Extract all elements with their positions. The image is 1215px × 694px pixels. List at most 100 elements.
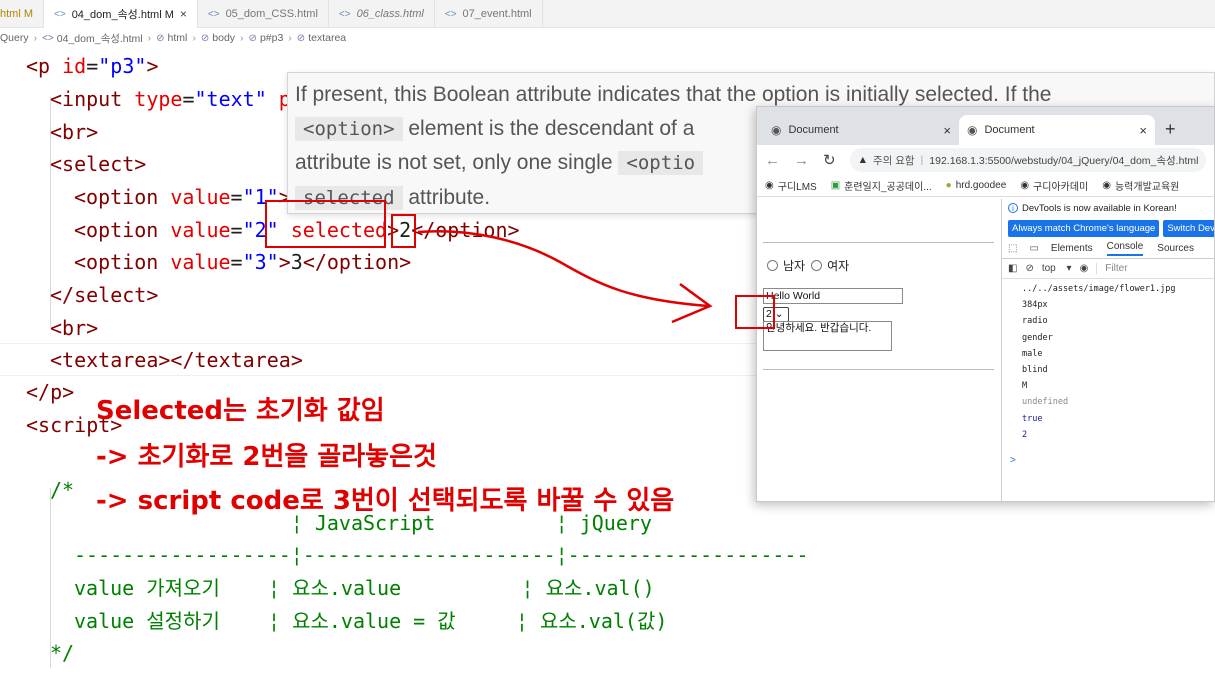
new-tab-button[interactable]: + — [1165, 119, 1176, 140]
browser-tab-title: Document — [788, 124, 839, 136]
switch-devtools-button[interactable]: Switch DevT — [1163, 219, 1214, 237]
sidebar-toggle-icon[interactable]: ◧ — [1008, 263, 1017, 274]
globe-icon: ◉ — [1020, 180, 1030, 191]
radio-label: 남자 — [783, 259, 806, 273]
tab-sources[interactable]: Sources — [1157, 243, 1194, 254]
bookmark-item[interactable]: ▣ 훈련일지_공공데이... — [831, 178, 932, 193]
annotation-note: -> 초기화로 2번을 골라놓은것 — [96, 442, 437, 472]
html-file-icon: <> — [338, 8, 351, 20]
browser-tab-strip: ◉ Document × ◉ Document × + — [757, 107, 1214, 145]
tab-label: 04_dom_속성.html M — [71, 9, 174, 21]
security-label: 주의 요함 — [872, 154, 915, 167]
editor-tab-bar: html M <> 04_dom_속성.html M × <> 05_dom_C… — [0, 0, 1215, 28]
tab-06-class[interactable]: <> 06_class.html — [329, 0, 435, 28]
console-filter-input[interactable]: Filter — [1096, 263, 1128, 274]
url-bar[interactable]: ▲ 주의 요함 | 192.168.1.3:5500/webstudy/04_j… — [849, 148, 1206, 172]
tab-html[interactable]: html M — [0, 0, 44, 28]
code-comment-line: */ — [50, 641, 75, 665]
plus-square-icon: ▣ — [830, 180, 841, 191]
device-toolbar-icon[interactable]: ▭ — [1029, 243, 1038, 254]
html-file-icon: <> — [42, 32, 54, 44]
radio-male[interactable] — [767, 260, 778, 271]
breadcrumb-item[interactable]: html — [168, 32, 188, 44]
forward-arrow-icon[interactable]: → — [794, 152, 809, 169]
console-line: ../../assets/image/flower1.jpg — [1022, 284, 1176, 294]
code-line: <br> — [50, 120, 99, 144]
code-line: <select> — [50, 152, 147, 176]
console-prompt[interactable]: > — [1010, 455, 1016, 466]
code-comment-line: value 가져오기 ¦ 요소.value ¦ 요소.val() — [74, 576, 655, 600]
context-select[interactable]: top ▾ — [1042, 263, 1072, 274]
console-line: male — [1022, 348, 1043, 359]
tab-07-event[interactable]: <> 07_event.html — [435, 0, 543, 28]
code-line: <option value="3">3</option> — [74, 250, 412, 274]
inspect-icon[interactable]: ⬚ — [1008, 243, 1017, 254]
browser-content: 남자 여자 Hello World 2 ⌄ 안녕하세요. 반갑습니다. i De… — [757, 199, 1214, 501]
tab-05-dom-css[interactable]: <> 05_dom_CSS.html — [198, 0, 329, 28]
devtools-language-buttons: Always match Chrome's language Switch De… — [1002, 217, 1214, 239]
radio-label: 여자 — [827, 259, 850, 273]
console-line: radio — [1022, 316, 1048, 327]
bookmark-item[interactable]: ◉ 능력개발교육원 — [1102, 178, 1179, 193]
text-input[interactable]: Hello World — [763, 288, 903, 304]
console-line: 2 — [1022, 429, 1028, 440]
chevron-right-icon: › — [33, 32, 38, 44]
close-icon[interactable]: × — [1139, 123, 1147, 138]
horizontal-rule — [763, 242, 994, 243]
console-line: undefined — [1022, 397, 1069, 408]
breadcrumb-item[interactable]: 04_dom_속성.html — [57, 31, 143, 46]
bookmarks-bar: ◉ 구디LMS ▣ 훈련일지_공공데이... ● hrd.goodee ◉ 구디아카데미… — [757, 175, 1214, 197]
rendered-page: 남자 여자 Hello World 2 ⌄ 안녕하세요. 반갑습니다. — [757, 199, 1001, 501]
console-output: ../../assets/image/flower1.jpg 384px rad… — [1002, 279, 1214, 443]
code-line: <input type="text" p — [50, 87, 291, 111]
browser-tab[interactable]: ◉ Document × — [763, 115, 959, 145]
tab-console[interactable]: Console — [1106, 241, 1144, 256]
close-icon[interactable]: × — [943, 123, 951, 138]
back-arrow-icon[interactable]: ← — [765, 152, 780, 169]
code-line: <p id="p3"> — [26, 54, 159, 78]
code-line: </select> — [50, 283, 159, 307]
chevron-right-icon: › — [240, 32, 244, 44]
eye-icon[interactable]: ◉ — [1080, 263, 1089, 274]
chevron-right-icon: › — [288, 32, 292, 44]
element-icon: ⊘ — [156, 32, 165, 44]
breadcrumb-item[interactable]: body — [212, 32, 235, 44]
tab-label: 06_class.html — [356, 8, 424, 20]
info-icon: i — [1008, 203, 1018, 213]
bookmark-item[interactable]: ◉ 구디LMS — [765, 178, 817, 193]
breadcrumb-item[interactable]: p#p3 — [260, 32, 283, 44]
tab-04-dom-attr[interactable]: <> 04_dom_속성.html M × — [44, 0, 198, 28]
bookmark-item[interactable]: ● hrd.goodee — [946, 180, 1007, 191]
globe-icon: ◉ — [765, 180, 774, 191]
annotation-note: Selected는 초기화 값임 — [96, 396, 385, 426]
console-line: 384px — [1022, 300, 1048, 311]
html-file-icon: <> — [444, 8, 457, 20]
browser-tab-active[interactable]: ◉ Document × — [959, 115, 1155, 145]
globe-icon: ◉ — [771, 123, 782, 137]
tab-label: html M — [0, 8, 33, 20]
match-language-button[interactable]: Always match Chrome's language — [1008, 219, 1160, 237]
radio-female[interactable] — [811, 260, 823, 271]
annotation-note: -> script code로 3번이 선택되도록 바꿀 수 있음 — [96, 486, 675, 516]
reload-icon[interactable]: ↻ — [823, 151, 836, 169]
close-icon[interactable]: × — [180, 7, 187, 21]
console-toolbar: ◧ ⊘ top ▾ ◉ Filter — [1002, 259, 1214, 279]
html-file-icon: <> — [207, 8, 220, 20]
console-line: blind — [1022, 364, 1048, 375]
tab-label: 07_event.html — [462, 8, 532, 20]
tab-elements[interactable]: Elements — [1051, 243, 1093, 254]
bookmark-item[interactable]: ◉ 구디아카데미 — [1020, 178, 1088, 193]
chevron-right-icon: › — [147, 32, 152, 44]
code-line: <br> — [50, 316, 99, 340]
tab-label: 05_dom_CSS.html — [225, 8, 318, 20]
devtools-panel: i DevTools is now available in Korean! A… — [1001, 199, 1214, 501]
breadcrumb-item[interactable]: textarea — [308, 32, 346, 44]
element-icon: ⊘ — [296, 32, 306, 44]
code-line: </p> — [26, 380, 75, 404]
annotation-box-selected — [265, 200, 386, 248]
clear-console-icon[interactable]: ⊘ — [1025, 263, 1033, 274]
textarea[interactable]: 안녕하세요. 반갑습니다. — [763, 321, 892, 351]
circle-icon: ● — [945, 180, 952, 191]
breadcrumb-item[interactable]: Query — [0, 32, 29, 44]
console-line: M — [1022, 381, 1028, 392]
